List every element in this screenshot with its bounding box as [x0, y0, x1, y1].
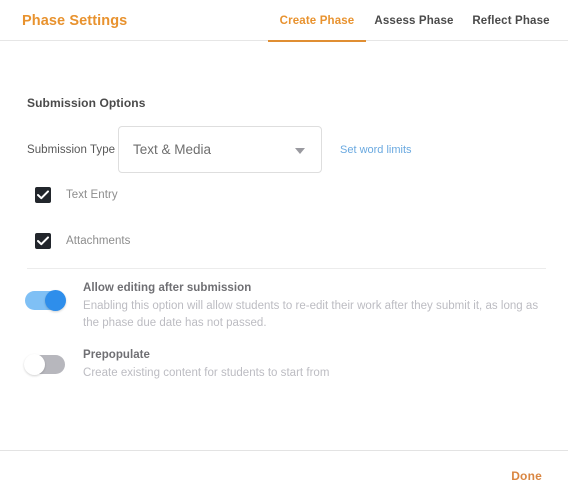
submission-type-select[interactable]: Text & Media	[118, 126, 322, 173]
toggle-prepopulate[interactable]	[24, 354, 65, 375]
section-title-submission-options: Submission Options	[27, 96, 146, 110]
submission-type-label: Submission Type	[27, 143, 116, 156]
modal-body: Submission Options Submission Type Text …	[0, 41, 568, 450]
toggle-row-prepopulate: Prepopulate Create existing content for …	[24, 349, 546, 382]
tab-reflect-phase-label: Reflect Phase	[472, 14, 550, 27]
tab-assess-phase[interactable]: Assess Phase	[366, 0, 462, 41]
toggle-allow-editing-text: Allow editing after submission Enabling …	[83, 282, 545, 332]
phase-tabs: Create Phase Assess Phase Reflect Phase	[268, 0, 560, 42]
tab-reflect-phase[interactable]: Reflect Phase	[462, 0, 560, 41]
tab-create-phase-label: Create Phase	[279, 14, 355, 27]
modal-header: Phase Settings Create Phase Assess Phase…	[0, 0, 568, 42]
toggle-allow-editing-after-submission[interactable]	[25, 290, 66, 311]
toggle-knob	[45, 290, 66, 311]
checkmark-icon[interactable]	[35, 233, 51, 249]
checkbox-row-text-entry[interactable]: Text Entry	[35, 187, 118, 203]
checkbox-label-attachments: Attachments	[66, 235, 131, 247]
checkbox-label-text-entry: Text Entry	[66, 189, 118, 201]
checkmark-icon[interactable]	[35, 187, 51, 203]
toggle-description-allow-editing: Enabling this option will allow students…	[83, 300, 539, 329]
set-word-limits-link[interactable]: Set word limits	[340, 144, 412, 156]
toggle-description-prepopulate: Create existing content for students to …	[83, 367, 330, 379]
section-divider	[27, 268, 546, 269]
toggle-knob	[24, 354, 45, 375]
page-title: Phase Settings	[22, 13, 128, 29]
checkbox-row-attachments[interactable]: Attachments	[35, 233, 130, 249]
done-button[interactable]: Done	[511, 469, 542, 483]
tab-create-phase[interactable]: Create Phase	[268, 0, 366, 42]
toggle-title-prepopulate: Prepopulate	[83, 349, 151, 361]
modal-footer: Done	[0, 450, 568, 500]
submission-type-row: Submission Type Text & Media Set word li…	[27, 126, 412, 173]
tab-assess-phase-label: Assess Phase	[374, 14, 454, 27]
chevron-down-icon	[295, 147, 305, 154]
toggle-prepopulate-text: Prepopulate Create existing content for …	[83, 349, 329, 382]
phase-settings-modal: Phase Settings Create Phase Assess Phase…	[0, 0, 568, 500]
toggle-title-allow-editing: Allow editing after submission	[83, 282, 252, 294]
submission-type-selected-value: Text & Media	[133, 142, 212, 157]
toggle-row-allow-editing: Allow editing after submission Enabling …	[25, 282, 546, 332]
